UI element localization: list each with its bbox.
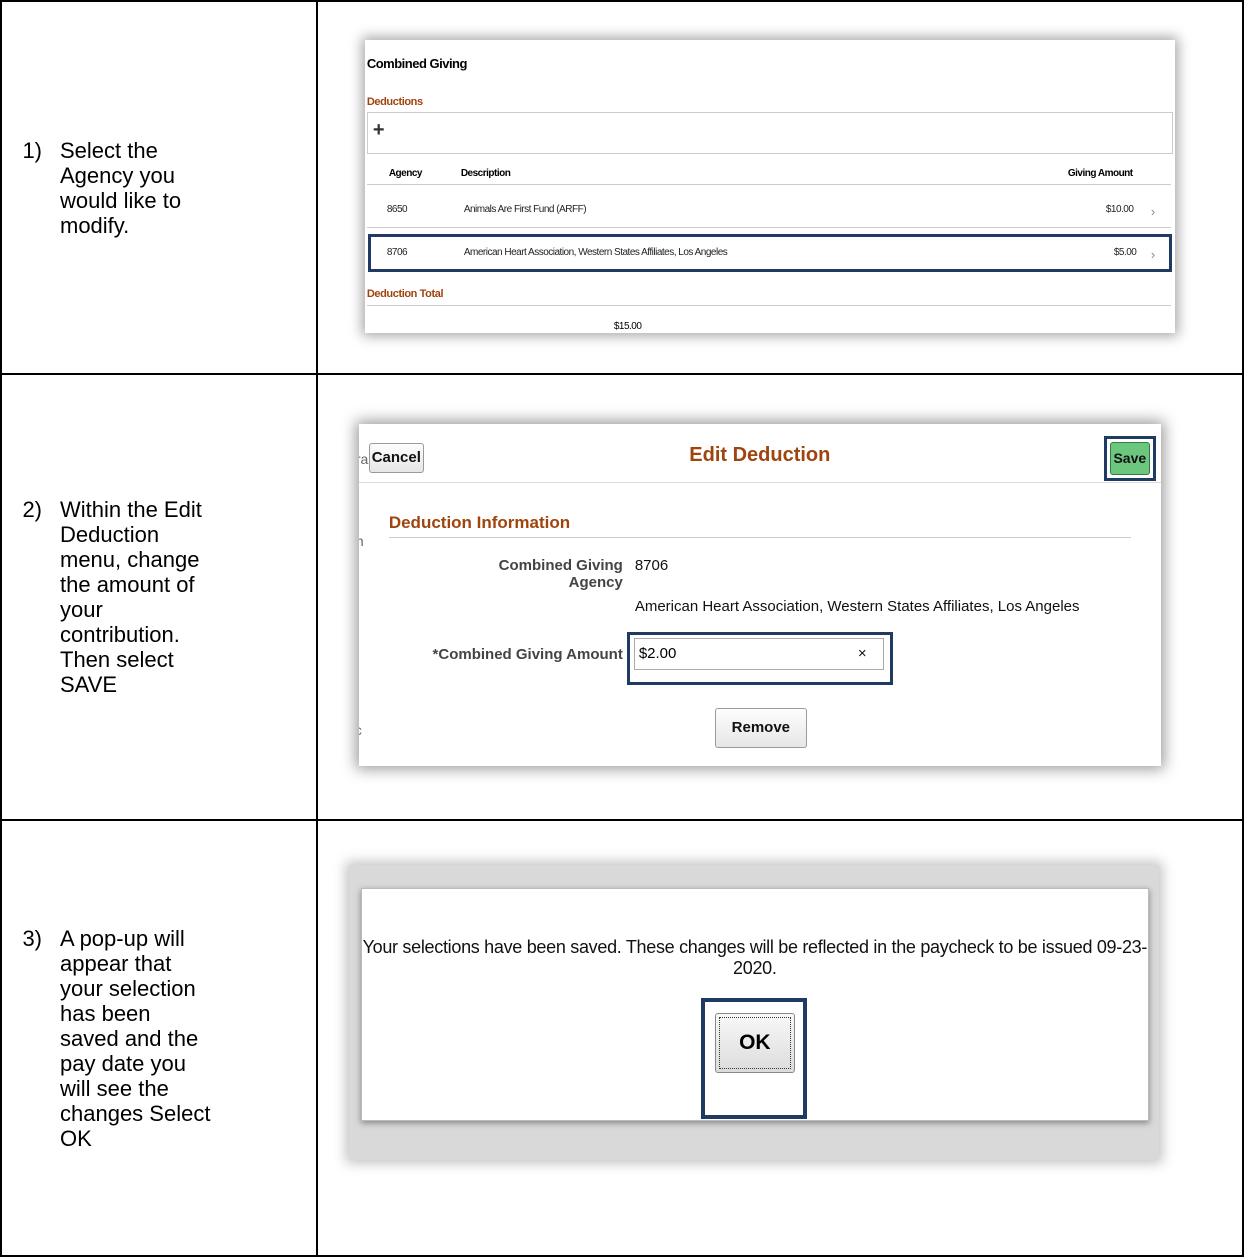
agency-description: American Heart Association, Western Stat…	[634, 598, 1080, 615]
divider	[366, 184, 1171, 185]
row-amount[interactable]: $10.00	[1106, 204, 1134, 215]
row-amount[interactable]: $5.00	[1114, 247, 1137, 258]
grid-toolbar: +	[366, 112, 1173, 154]
save-button[interactable]: Save	[1109, 442, 1150, 475]
section-label: Deductions	[366, 96, 423, 108]
deduction-total-value: $15.00	[613, 321, 642, 332]
divider	[366, 305, 1171, 306]
step-number: 2)	[22, 497, 42, 522]
page-title: Combined Giving	[366, 56, 468, 71]
confirmation-popup-screenshot: Your selections have been saved. These c…	[348, 865, 1159, 1160]
chevron-right-icon[interactable]: ›	[1151, 247, 1155, 262]
step-text: A pop-up will appear that your selection ha…	[60, 925, 211, 1151]
instructions-table: 1) Select the Agency you would like to modi…	[0, 0, 1244, 1257]
row-description[interactable]: American Heart Association, Western Stat…	[464, 247, 728, 258]
step-2-cell: 2) Within the Edit Deduction menu, change t…	[0, 373, 318, 821]
step-text: Within the Edit Deduction menu, change the …	[60, 497, 202, 697]
section-label: Deduction Total	[366, 288, 444, 300]
screenshot-1-cell: Combined Giving Deductions + Agency Desc…	[315, 0, 1244, 375]
popup-dialog: Your selections have been saved. These c…	[360, 888, 1149, 1121]
plus-icon[interactable]: +	[373, 119, 385, 142]
step-1: 1) Select the Agency you would like to modi…	[2, 138, 316, 238]
amount-input[interactable]: $2.00	[633, 638, 884, 670]
step-3-cell: 3) A pop-up will appear that your selectio…	[0, 819, 318, 1257]
focus-ring	[718, 1017, 791, 1069]
agency-label: Combined Giving Agency	[498, 557, 623, 591]
column-header-amount: Giving Amount	[1067, 168, 1133, 179]
amount-label: *Combined Giving Amount	[432, 646, 623, 663]
divider	[388, 537, 1131, 538]
section-title: Deduction Information	[388, 513, 571, 532]
column-header-agency: Agency	[388, 168, 423, 179]
chevron-right-icon[interactable]: ›	[1151, 204, 1155, 219]
background-text: n	[358, 533, 364, 549]
step-2: 2) Within the Edit Deduction menu, change t…	[2, 497, 316, 697]
popup-message: Your selections have been saved. These c…	[362, 937, 1148, 978]
column-header-description: Description	[460, 168, 511, 179]
step-text: Select the Agency you would like to modify.	[60, 137, 182, 238]
modal-title: Edit Deduction	[689, 444, 831, 466]
step-3: 3) A pop-up will appear that your selectio…	[2, 926, 316, 1151]
clear-icon[interactable]: ×	[858, 645, 867, 662]
remove-button[interactable]: Remove	[714, 708, 807, 748]
combined-giving-screenshot: Combined Giving Deductions + Agency Desc…	[364, 40, 1175, 333]
agency-value: 8706	[634, 557, 669, 574]
row-agency[interactable]: 8650	[387, 204, 408, 215]
screenshot-2-cell: ra n c Cancel Edit Deduction Save Deduct…	[315, 373, 1244, 821]
background-text: c	[359, 722, 362, 738]
row-description[interactable]: Animals Are First Fund (ARFF)	[464, 204, 587, 215]
edit-deduction-screenshot: ra n c Cancel Edit Deduction Save Deduct…	[358, 424, 1161, 766]
step-number: 1)	[22, 137, 42, 163]
row-agency[interactable]: 8706	[387, 247, 408, 258]
divider	[366, 227, 1171, 228]
step-number: 3)	[22, 925, 42, 951]
step-1-cell: 1) Select the Agency you would like to modi…	[0, 0, 318, 375]
screenshot-3-cell: Your selections have been saved. These c…	[315, 819, 1244, 1257]
